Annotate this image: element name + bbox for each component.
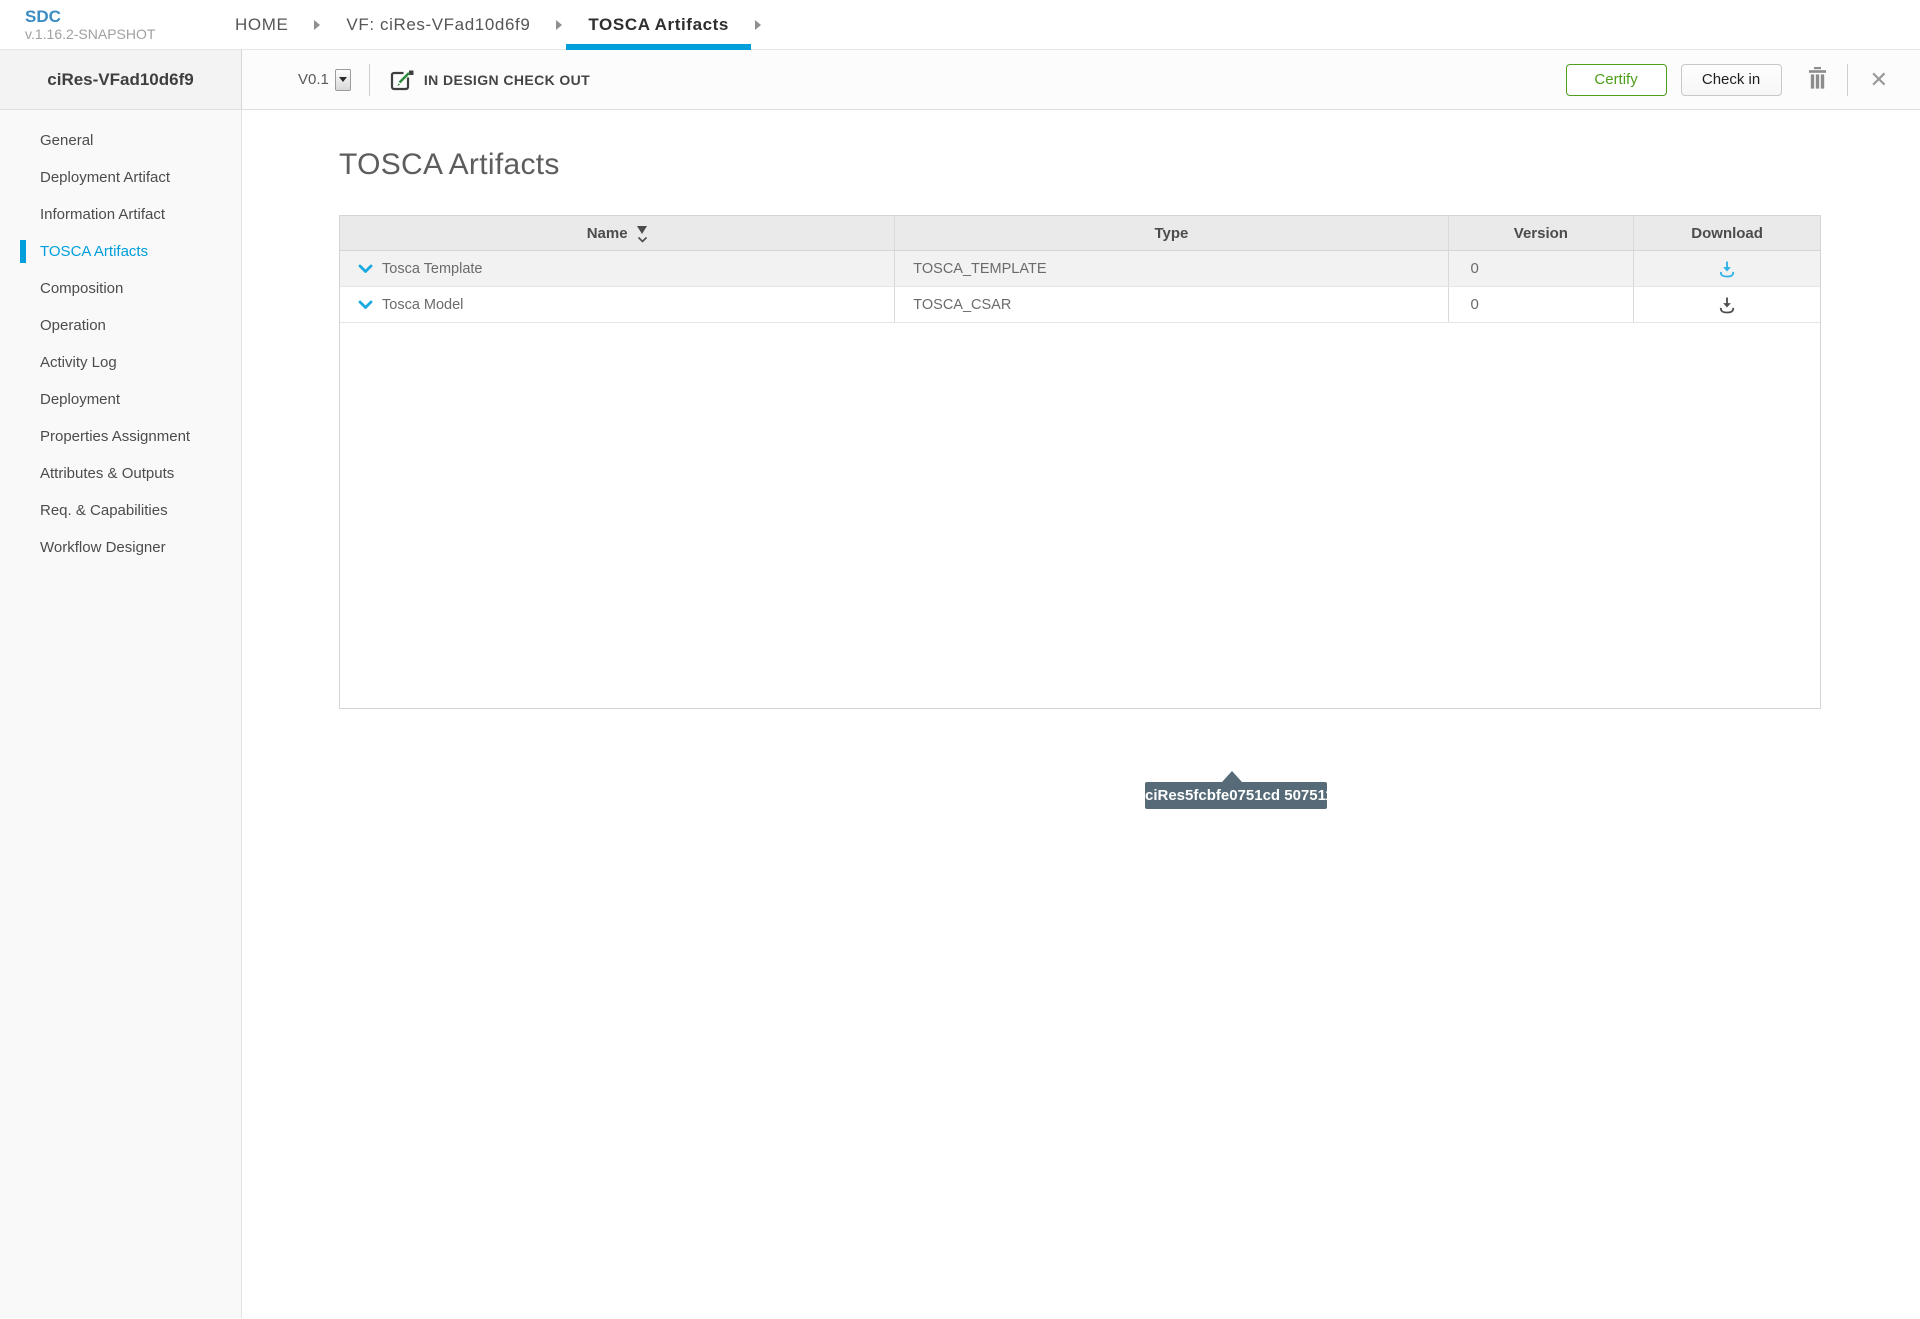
download-icon[interactable] xyxy=(1717,259,1737,279)
column-header-name[interactable]: Name xyxy=(340,216,895,250)
sdc-logo[interactable]: SDC v.1.16.2-SNAPSHOT xyxy=(0,0,213,49)
panel-title-box: ciRes-VFad10d6f9 xyxy=(0,50,242,109)
sidebar-item-workflow-designer[interactable]: Workflow Designer xyxy=(0,529,241,566)
main-content: TOSCA Artifacts Name Type Version Downlo… xyxy=(242,110,1920,1318)
delete-button[interactable] xyxy=(1808,67,1827,92)
sidebar-item-properties-assignment[interactable]: Properties Assignment xyxy=(0,418,241,455)
sidebar-item-information-artifact[interactable]: Information Artifact xyxy=(0,196,241,233)
active-marker xyxy=(20,425,26,448)
active-marker xyxy=(20,462,26,485)
breadcrumb-arrow-icon xyxy=(314,20,320,30)
breadcrumb-home[interactable]: HOME xyxy=(213,0,310,49)
active-marker xyxy=(20,536,26,559)
artifact-type: TOSCA_TEMPLATE xyxy=(895,261,1046,277)
column-header-download: Download xyxy=(1634,216,1820,250)
breadcrumb-vf[interactable]: VF: ciRes-VFad10d6f9 xyxy=(324,0,552,49)
breadcrumb-arrow-icon xyxy=(755,20,761,30)
artifact-name: Tosca Template xyxy=(382,261,482,277)
toolbar-row: ciRes-VFad10d6f9 V0.1 IN DESIGN CHECK OU… xyxy=(0,50,1920,110)
close-button[interactable]: ✕ xyxy=(1870,69,1888,91)
breadcrumb: HOME VF: ciRes-VFad10d6f9 TOSCA Artifact… xyxy=(213,0,765,49)
column-header-type[interactable]: Type xyxy=(895,216,1448,250)
active-marker xyxy=(20,388,26,411)
column-header-version[interactable]: Version xyxy=(1449,216,1635,250)
page-resource-title: ciRes-VFad10d6f9 xyxy=(47,70,193,90)
toolbar-actions: Certify Check in ✕ xyxy=(1566,64,1888,96)
tooltip-arrow-icon xyxy=(1222,771,1242,782)
table-header-row: Name Type Version Download xyxy=(340,216,1820,251)
sidebar-menu: General Deployment Artifact Information … xyxy=(0,110,242,1318)
checkin-button[interactable]: Check in xyxy=(1681,64,1782,96)
trash-icon xyxy=(1808,67,1827,92)
artifact-version: 0 xyxy=(1449,260,1479,277)
close-icon: ✕ xyxy=(1870,69,1888,91)
active-marker xyxy=(20,351,26,374)
active-marker xyxy=(20,240,26,263)
sidebar-item-tosca-artifacts[interactable]: TOSCA Artifacts xyxy=(0,233,241,270)
sidebar-item-deployment-artifact[interactable]: Deployment Artifact xyxy=(0,159,241,196)
sidebar-item-attributes-outputs[interactable]: Attributes & Outputs xyxy=(0,455,241,492)
active-marker xyxy=(20,129,26,152)
version-value: V0.1 xyxy=(298,71,329,88)
body-row: General Deployment Artifact Information … xyxy=(0,110,1920,1318)
artifact-name: Tosca Model xyxy=(382,297,463,313)
page-title: TOSCA Artifacts xyxy=(339,148,1920,182)
resource-tooltip: ciRes5fcbfe0751cd 507511 xyxy=(1145,771,1327,809)
download-icon[interactable] xyxy=(1717,295,1737,315)
version-select[interactable] xyxy=(335,69,351,91)
expand-chevron-icon[interactable] xyxy=(358,300,373,310)
breadcrumb-tosca-artifacts[interactable]: TOSCA Artifacts xyxy=(566,0,751,49)
sidebar-item-operation[interactable]: Operation xyxy=(0,307,241,344)
brand-version: v.1.16.2-SNAPSHOT xyxy=(25,26,213,43)
brand-name: SDC xyxy=(25,7,213,26)
lifecycle-state-label: IN DESIGN CHECK OUT xyxy=(424,72,590,88)
toolbar: V0.1 IN DESIGN CHECK OUT Certify Check i… xyxy=(242,50,1920,109)
active-marker xyxy=(20,203,26,226)
sidebar-item-req-capabilities[interactable]: Req. & Capabilities xyxy=(0,492,241,529)
checkout-pencil-icon xyxy=(388,67,414,93)
certify-button[interactable]: Certify xyxy=(1566,64,1667,96)
table-row-tosca-model: Tosca Model TOSCA_CSAR 0 xyxy=(340,287,1820,323)
active-marker xyxy=(20,314,26,337)
active-marker xyxy=(20,277,26,300)
toolbar-divider xyxy=(1847,64,1848,96)
artifact-version: 0 xyxy=(1449,296,1479,313)
tooltip-text: ciRes5fcbfe0751cd 507511 xyxy=(1145,782,1327,809)
artifact-type: TOSCA_CSAR xyxy=(895,297,1011,313)
table-row-tosca-template: Tosca Template TOSCA_TEMPLATE 0 xyxy=(340,251,1820,287)
artifacts-table: Name Type Version Download Tosc xyxy=(339,215,1821,709)
top-nav: SDC v.1.16.2-SNAPSHOT HOME VF: ciRes-VFa… xyxy=(0,0,1920,50)
active-marker xyxy=(20,166,26,189)
sidebar-item-deployment[interactable]: Deployment xyxy=(0,381,241,418)
breadcrumb-arrow-icon xyxy=(556,20,562,30)
expand-chevron-icon[interactable] xyxy=(358,264,373,274)
sidebar-item-general[interactable]: General xyxy=(0,122,241,159)
toolbar-divider xyxy=(369,64,370,96)
sidebar-item-activity-log[interactable]: Activity Log xyxy=(0,344,241,381)
active-marker xyxy=(20,499,26,522)
caret-down-icon xyxy=(339,77,347,82)
sort-descending-icon[interactable] xyxy=(637,226,648,243)
sidebar-item-composition[interactable]: Composition xyxy=(0,270,241,307)
